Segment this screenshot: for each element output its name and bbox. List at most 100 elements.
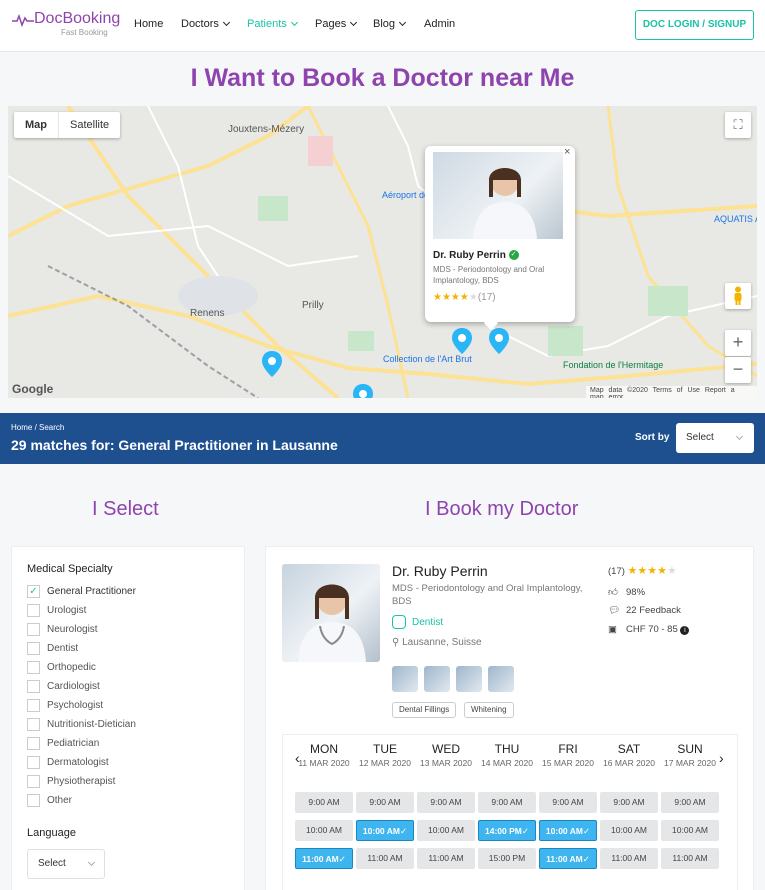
checkbox-box[interactable] — [27, 661, 40, 674]
zoom-out-button[interactable]: − — [725, 357, 751, 383]
checkbox-box[interactable] — [27, 775, 40, 788]
time-slot-button[interactable]: 11:00 AM — [661, 848, 719, 869]
zoom-in-button[interactable]: + — [725, 330, 751, 356]
tooth-icon — [392, 615, 406, 629]
gallery-thumbnail[interactable] — [456, 666, 482, 692]
time-slot-button[interactable]: 9:00 AM — [661, 792, 719, 813]
breadcrumb[interactable]: Home / Search — [11, 423, 64, 432]
time-slot-label: 11:00 AM — [546, 854, 583, 864]
checkbox-box[interactable] — [27, 699, 40, 712]
nav-item-home[interactable]: Home — [134, 18, 163, 30]
time-slot-label: 9:00 AM — [308, 797, 340, 807]
schedule-day-header: SAT 16 MAR 2020 — [598, 742, 660, 768]
fullscreen-icon[interactable]: ⛶ — [725, 112, 751, 138]
time-slot-label: 9:00 AM — [552, 797, 584, 807]
time-slot-button[interactable]: 10:00 AM — [417, 820, 475, 841]
time-slot-button[interactable]: 11:00 AM — [417, 848, 475, 869]
checkbox-box[interactable] — [27, 737, 40, 750]
specialty-checkbox[interactable]: ✓ General Practitioner — [27, 585, 136, 599]
logo[interactable]: DocBooking Fast Booking — [12, 10, 120, 40]
time-slot-button[interactable]: 11:00 AM — [600, 848, 658, 869]
specialty-checkbox[interactable]: Dermatologist — [27, 756, 109, 770]
doctor-feedback[interactable]: 💬︎ 22 Feedback — [608, 605, 681, 616]
comment-icon: 💬︎ — [608, 605, 621, 616]
nav-item-patients[interactable]: Patients — [247, 18, 298, 30]
specialty-label: Other — [47, 795, 73, 806]
map-view[interactable]: Jouxtens-Mézery Prilly Renens Collection… — [8, 106, 757, 398]
time-slot-label: 9:00 AM — [430, 797, 462, 807]
map-info-popup[interactable]: × Dr. Ruby Perrin ✓ MDS - Periodontology… — [425, 146, 575, 322]
map-tab-satellite[interactable]: Satellite — [59, 112, 120, 138]
checkbox-box[interactable] — [27, 642, 40, 655]
day-date: 15 MAR 2020 — [542, 758, 594, 768]
street-view-pegman-icon[interactable] — [725, 283, 751, 309]
gallery-thumbnail[interactable] — [424, 666, 450, 692]
specialty-checkbox[interactable]: Urologist — [27, 604, 86, 618]
specialty-checkbox[interactable]: Dentist — [27, 642, 78, 656]
nav-item-admin[interactable]: Admin — [424, 18, 455, 30]
time-slot-button[interactable]: 9:00 AM — [295, 792, 353, 813]
time-slot-button[interactable]: 9:00 AM — [539, 792, 597, 813]
chevron-down-icon — [222, 18, 230, 27]
checkbox-box[interactable] — [27, 794, 40, 807]
time-slot-button[interactable]: 10:00 AM✓ — [539, 820, 597, 841]
checkmark-icon[interactable]: ✓ — [27, 585, 40, 598]
specialty-checkbox[interactable]: Orthopedic — [27, 661, 96, 675]
time-slot-button[interactable]: 10:00 AM — [661, 820, 719, 841]
time-slot-button[interactable]: 11:00 AM — [356, 848, 414, 869]
time-slot-button[interactable]: 9:00 AM — [600, 792, 658, 813]
doctor-rating: (17) ★★★★★ — [608, 564, 677, 577]
appointment-schedule: ‹ › MON 11 MAR 2020 TUE 12 MAR 2020 WED 13 MA… — [282, 734, 738, 890]
map-tab-map[interactable]: Map — [14, 112, 59, 138]
checkbox-box[interactable] — [27, 680, 40, 693]
time-slot-button[interactable]: 11:00 AM✓ — [295, 848, 353, 869]
day-name: SUN — [677, 742, 703, 756]
filter-sidebar: Medical Specialty ✓ General Practitioner U… — [11, 546, 245, 890]
doctor-location: ⚲ Lausanne, Suisse — [392, 637, 482, 648]
checkbox-box[interactable] — [27, 756, 40, 769]
checkbox-box[interactable] — [27, 623, 40, 636]
doc-login-button[interactable]: DOC LOGIN / SIGNUP — [635, 10, 754, 40]
time-slot-button[interactable]: 10:00 AM — [600, 820, 658, 841]
nav-label: Admin — [424, 18, 456, 30]
specialty-checkbox[interactable]: Neurologist — [27, 623, 98, 637]
specialty-checkbox[interactable]: Cardiologist — [27, 680, 100, 694]
popup-doctor-name[interactable]: Dr. Ruby Perrin ✓ — [433, 250, 519, 261]
time-slot-button[interactable]: 11:00 AM✓ — [539, 848, 597, 869]
star-rating-icons: ★★★★ — [433, 292, 469, 303]
doctor-photo[interactable] — [282, 564, 380, 662]
time-slot-button[interactable]: 10:00 AM✓ — [356, 820, 414, 841]
sort-select[interactable]: Select — [676, 423, 754, 453]
time-slot-label: 10:00 AM — [428, 825, 464, 835]
language-select[interactable]: Select — [27, 849, 105, 879]
time-slot-button[interactable]: 9:00 AM — [417, 792, 475, 813]
specialty-checkbox[interactable]: Other — [27, 794, 72, 808]
gallery-thumbnail[interactable] — [488, 666, 514, 692]
specialty-checkbox[interactable]: Pediatrician — [27, 737, 99, 751]
time-slot-label: 9:00 AM — [613, 797, 645, 807]
time-slot-button[interactable]: 10:00 AM — [295, 820, 353, 841]
info-icon[interactable]: i — [680, 626, 690, 635]
map-marker-icon: ⚲ — [392, 637, 400, 648]
nav-item-blog[interactable]: Blog — [373, 18, 407, 30]
doctor-name[interactable]: Dr. Ruby Perrin — [392, 563, 488, 579]
time-slot-button[interactable]: 14:00 PM✓ — [478, 820, 536, 841]
time-slot-button[interactable]: 9:00 AM — [478, 792, 536, 813]
day-name: MON — [310, 742, 338, 756]
specialty-checkbox[interactable]: Physiotherapist — [27, 775, 115, 789]
day-name: WED — [432, 742, 460, 756]
heartbeat-icon — [12, 13, 34, 28]
specialty-checkbox[interactable]: Nutritionist-Dietician — [27, 718, 136, 732]
nav-item-doctors[interactable]: Doctors — [181, 18, 230, 30]
map-type-toggle: Map Satellite — [14, 112, 121, 138]
gallery-thumbnail[interactable] — [392, 666, 418, 692]
checkbox-box[interactable] — [27, 604, 40, 617]
specialty-checkbox[interactable]: Psychologist — [27, 699, 103, 713]
close-icon[interactable]: × — [564, 146, 570, 158]
time-slot-button[interactable]: 9:00 AM — [356, 792, 414, 813]
nav-item-pages[interactable]: Pages — [315, 18, 358, 30]
map-attribution[interactable]: Map data ©2020 Terms of Use Report a map… — [586, 386, 757, 398]
time-slot-button[interactable]: 15:00 PM — [478, 848, 536, 869]
map-place-label: AQUATIS Aquarium-Vivarium — [714, 214, 757, 224]
checkbox-box[interactable] — [27, 718, 40, 731]
